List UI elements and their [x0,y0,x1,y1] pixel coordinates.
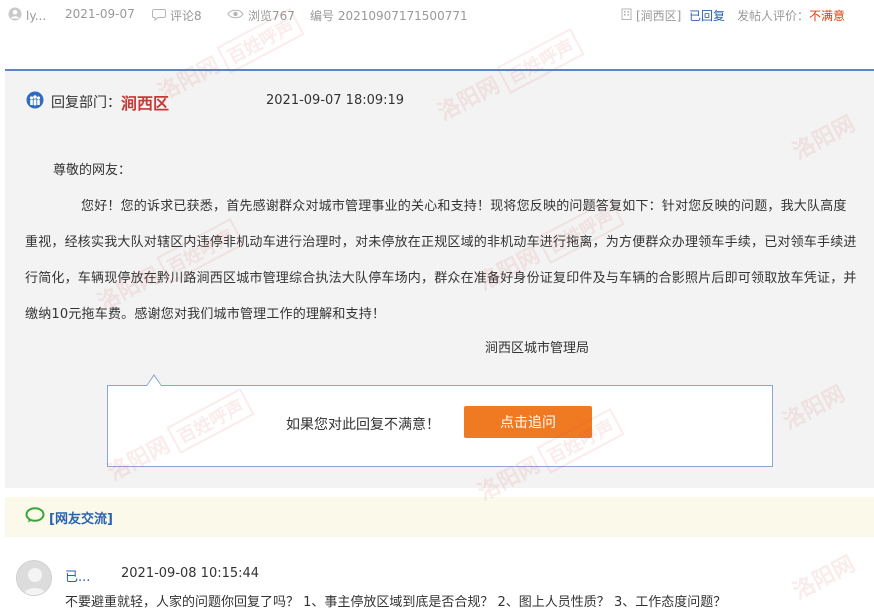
rating-label: 发帖人评价： [737,9,810,23]
view-count: 浏览767 [227,7,295,24]
author[interactable]: ly... [8,7,46,24]
status-badge: 已回复 [689,9,726,23]
comment-icon [152,8,166,24]
post-number: 编号 20210907171500771 [310,9,468,23]
department-icon [25,91,45,113]
comment-item: 已... 2021-09-08 10:15:44 不要避重就轻，人家的问题你回复… [0,548,874,613]
reply-header: 回复部门： 涧西区 2021-09-07 18:09:19 [25,91,404,113]
reply-body: 您好！您的诉求已获悉，首先感谢群众对城市管理事业的关心和支持！现将您反映的问题答… [25,199,857,322]
comment-time: 2021-09-08 10:15:44 [121,566,260,581]
comments-title: [网友交流] [49,511,113,527]
post-meta-bar: ly... 2021-09-07 评论8 浏览767 编号 2021090717… [0,0,874,30]
reply-time: 2021-09-07 18:09:19 [266,93,405,108]
rating-value: 不满意 [809,9,846,23]
feedback-question: 如果您对此回复不满意！ [286,417,440,433]
avatar[interactable] [16,560,52,596]
comment-count: 评论8 [152,7,202,24]
comments-header: [网友交流] [5,497,874,537]
rating: 发帖人评价： 不满意 [737,7,845,24]
reply-dept-name: 涧西区 [121,94,170,113]
chat-bubble-icon [25,507,45,527]
reply-signature: 涧西区城市管理局 [485,341,590,356]
view-count-label: 浏览767 [248,9,295,23]
author-name[interactable]: ly... [26,9,46,23]
post-date: 2021-09-07 [65,7,135,21]
dept-tag[interactable]: [涧西区] [621,7,681,24]
comment-text: 不要避重就轻，人家的问题你回复了吗？ 1、事主停放区域到底是否合规？ 2、图上人… [65,595,727,610]
feedback-box: 如果您对此回复不满意！ 点击追问 [107,374,773,467]
feedback-arrow [146,374,162,386]
user-icon [8,7,22,24]
comment-user[interactable]: 已... [65,566,90,585]
comment-count-label: 评论8 [170,9,202,23]
follow-up-button[interactable]: 点击追问 [464,406,592,438]
eye-icon [227,8,244,23]
official-reply-panel: 回复部门： 涧西区 2021-09-07 18:09:19 尊敬的网友： 您好！… [5,69,874,488]
reply-dept-label: 回复部门： [51,95,121,111]
dept-tag-label[interactable]: [涧西区] [636,7,681,24]
reply-greeting: 尊敬的网友： [53,163,132,178]
building-icon [621,8,632,23]
